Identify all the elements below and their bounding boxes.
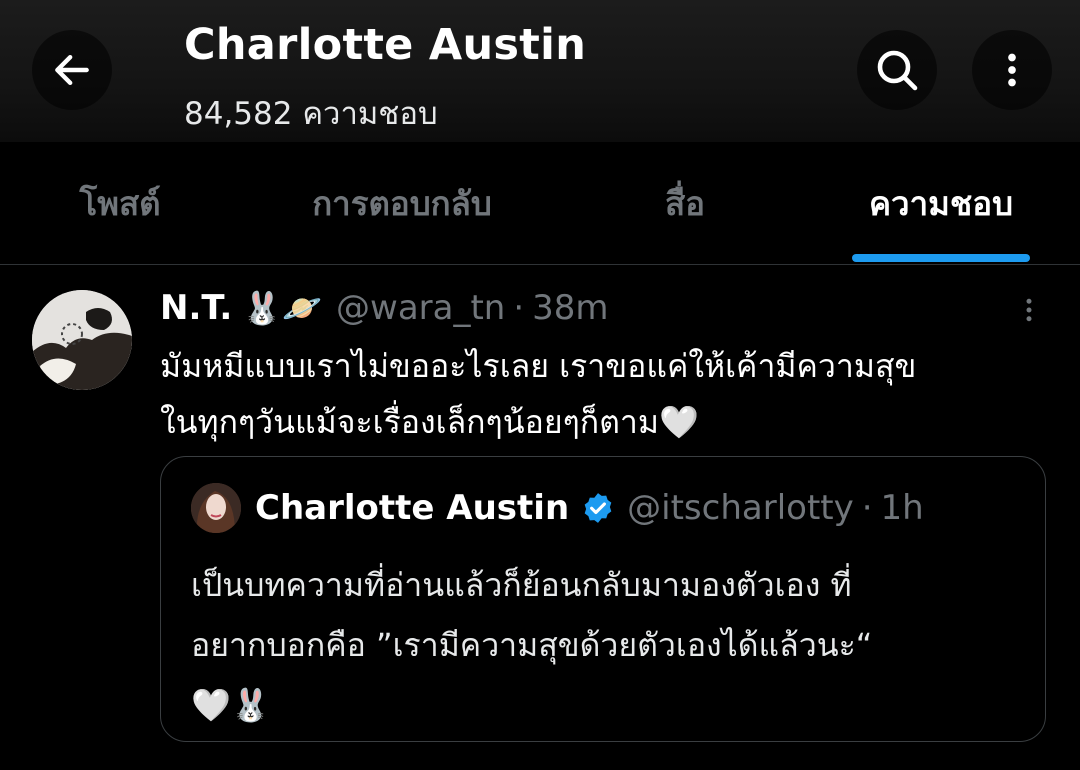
search-icon — [877, 50, 918, 91]
likes-count: 84,582 ความชอบ — [184, 96, 438, 132]
tab-media[interactable]: สื่อ — [620, 142, 750, 264]
verified-badge-icon — [581, 491, 615, 525]
profile-header: Charlotte Austin 84,582 ความชอบ — [0, 0, 1080, 142]
tab-posts[interactable]: โพสต์ — [40, 142, 200, 264]
quote-timestamp[interactable]: 1h — [881, 488, 924, 528]
separator-dot: · — [861, 488, 873, 528]
quote-text: เป็นบทความที่อ่านแล้วก็ย้อนกลับมามองตัวเ… — [191, 566, 873, 724]
active-tab-indicator — [852, 254, 1030, 262]
more-vertical-icon — [1008, 53, 1016, 87]
quote-header: Charlotte Austin @itscharlotty · 1h — [255, 485, 924, 531]
post-author-handle[interactable]: @wara_tn — [336, 288, 505, 328]
profile-tabs: โพสต์ การตอบกลับ สื่อ ความชอบ — [0, 142, 1080, 265]
quote-author-name[interactable]: Charlotte Austin — [255, 488, 569, 528]
search-button[interactable] — [857, 30, 937, 110]
profile-title: Charlotte Austin — [184, 20, 587, 70]
tab-replies[interactable]: การตอบกลับ — [270, 142, 534, 264]
avatar[interactable] — [32, 290, 132, 390]
quote-avatar[interactable] — [191, 483, 241, 533]
post-author-name[interactable]: N.T. — [160, 288, 232, 328]
post-timestamp[interactable]: 38m — [532, 288, 608, 328]
more-vertical-icon — [1026, 298, 1032, 322]
woman-avatar-image — [191, 483, 241, 533]
post-header: N.T. 🐰🪐 @wara_tn · 38m — [160, 286, 609, 330]
cat-avatar-image — [32, 290, 132, 390]
post-author-emoji: 🐰🪐 — [242, 289, 323, 327]
tab-likes[interactable]: ความชอบ — [835, 142, 1047, 264]
quoted-post[interactable]: Charlotte Austin @itscharlotty · 1h เป็น… — [160, 456, 1046, 742]
quote-author-handle[interactable]: @itscharlotty — [627, 488, 854, 528]
post-text: มัมหมีแบบเราไม่ขออะไรเลย เราขอแค่ให้เค้า… — [160, 347, 917, 441]
arrow-left-icon — [55, 54, 89, 86]
separator-dot: · — [513, 288, 525, 328]
back-button[interactable] — [32, 30, 112, 110]
post-more-button[interactable] — [1012, 290, 1046, 330]
more-options-button[interactable] — [972, 30, 1052, 110]
